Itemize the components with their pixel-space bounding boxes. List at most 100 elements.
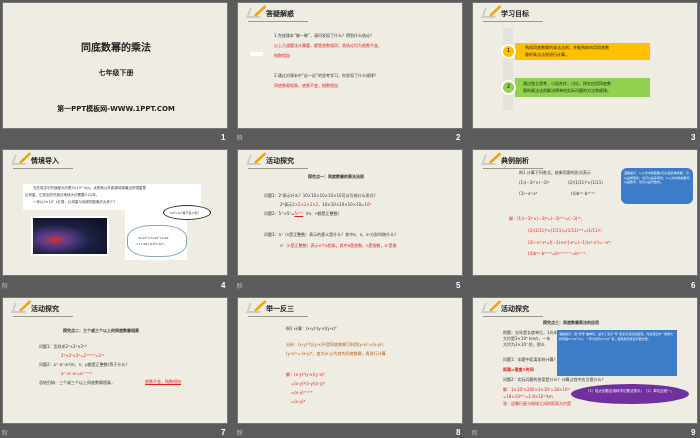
pen-icon: [246, 303, 264, 313]
slide-header: 答疑解惑: [246, 6, 308, 22]
animation-icon: 阶: [2, 430, 9, 437]
pen-icon: [481, 155, 499, 165]
slide-thumbnail-3[interactable]: 学习目标 熟知同底数幂的乘法法则，并能熟练的用同底数 幂的乘法法则进行计算。 1 …: [472, 2, 698, 129]
slide-thumbnail-1[interactable]: 同底数幂的乘法 七年级下册 第一PPT模板网-WWW.1PPT.COM: [2, 2, 228, 129]
paragraph: 比邻星，它发出的光到达地球大约需要4.22年。: [25, 193, 100, 197]
slide-text: 总结归纳：三个或三个以上同底数幂相乘，: [39, 380, 115, 385]
animation-icon: 阶: [237, 135, 244, 142]
timeline-bar: [503, 28, 513, 110]
slide-text: aᵐ·aⁿ·aᵖ=aᵐ⁺ⁿ⁺ᵖ: [61, 371, 93, 376]
slide-header: 活动探究: [481, 301, 543, 317]
pen-icon: [246, 8, 264, 18]
section-heading: 探究点一：同底数幂的乘法法则: [308, 174, 364, 179]
slide-text: 问题2：实际问题的答案是什么？计算过程中应注意什么？: [503, 377, 606, 382]
slide-text: (3)−x³·x⁵: [519, 191, 538, 196]
slide-footer: 第一PPT模板网-WWW.1PPT.COM: [57, 105, 175, 113]
goal-1-box: 熟知同底数幂的乘法法则，并能熟练的用同底数 幂的乘法法则进行计算。: [515, 43, 650, 60]
slide-text: (2)(1/11)³×(1/11): [568, 180, 603, 185]
tip-callout: 温馨提示：用“光年”做单位，是为了表示“年”来表示遥远的距离。光在真空中一秒钟大…: [557, 330, 677, 376]
slide-text: =37.98×(10⁸×10⁷).: [136, 242, 166, 246]
slide-thumbnail-9[interactable]: 活动探究 探究点三：同底数幂乘法的应用 例题：光年是长度单位，1光年是指光在真空…: [472, 297, 698, 424]
slide-number: 4: [221, 281, 226, 290]
animation-icon: 阶: [2, 283, 9, 290]
pen-icon: [481, 303, 499, 313]
slide-text: 问题1：怎样求2³×2⁴×2⁵？: [39, 344, 89, 349]
slide-text: 底数不变，指数相加: [145, 379, 181, 384]
slide-text: 问题1：本题中距离如何计算？: [503, 357, 558, 362]
slide-number: 5: [456, 281, 461, 290]
slide-text: =(x-y)²(x-y)(x-y)⁵: [291, 381, 326, 386]
section-heading: 探究点二：三个或三个以上的同底数幂相乘: [63, 328, 139, 333]
text-segment: 典例剖析: [501, 157, 529, 165]
answer-2: 同底数幂相乘，底数不变，指数相加: [274, 83, 338, 88]
text-segment: 活动探究: [501, 305, 529, 313]
slide-thumbnail-5[interactable]: 活动探究 探究点一：同底数幂的乘法法则 问题1：2⁵表示什么？10×10×10×…: [237, 149, 463, 276]
slide-number: 8: [456, 428, 461, 437]
cloud-bubble: 3×10⁸×3×10⁷×4.22 =37.98×(10⁸×10⁷).: [127, 225, 187, 257]
slide-text: 10⁸×10⁷等于多少呢？: [170, 211, 201, 215]
slide-text: 幂的乘法法则解决简单的实际问题的方法和规律。: [523, 88, 611, 93]
slide-text: 探究点三：同底数幂乘法的应用: [543, 320, 599, 325]
slide-text: =(x-y)²⁺¹⁺⁵: [291, 390, 313, 395]
question-3: 问题3：aⁿ（n是正整数）表示的意义是什么？其中a、n、aⁿ分别叫做什么？: [264, 232, 399, 237]
text-segment: 2×2×2×2×2，: [292, 202, 323, 207]
slide-header: 举一反三: [246, 301, 308, 317]
blank-box: [250, 52, 263, 56]
slide-subtitle: 七年级下册: [98, 69, 134, 77]
slide-text: 2³×2⁴×2⁵=2³⁺⁴⁺⁵=2¹²: [61, 353, 105, 358]
text-segment: 活动探究: [31, 305, 59, 313]
slide-text: 距离=速度×时间: [503, 367, 534, 372]
pen-icon: [481, 8, 499, 18]
galaxy-image: [31, 216, 109, 256]
slide-number: 7: [221, 428, 226, 437]
slide-number: 3: [691, 133, 696, 142]
slide-text: 2⁵表示2×2×2×2×2，10×10×10×10×10=10⁵: [280, 202, 371, 208]
slide-text: 解：(x-y)²(y-x)(y-x)⁵: [286, 372, 325, 377]
pen-icon: [246, 155, 264, 165]
slide-header: 情境导入: [11, 153, 73, 169]
slide-number: 6: [691, 281, 696, 290]
text-segment: 问题2：5ᵐ×5ⁿ=: [264, 211, 295, 216]
slide-number: 9: [691, 428, 696, 437]
note-oval: （1）较大的数应用科学记数法表示；（2）单位应统一。: [571, 384, 689, 404]
animation-icon: 阶: [237, 283, 244, 290]
goal-2-box: 通过独立思考，小组合作，讨论，探究应用同底数 幂的乘法法则解决简单的实际问题的方法…: [515, 78, 650, 97]
slide-number: 1: [221, 133, 226, 142]
slide-text: 答：这颗行星与地球之间的距离大约是: [503, 401, 571, 406]
text-segment: 2⁵表示: [280, 202, 293, 207]
slide-text: 解：(1)(−3)⁷×(−3)⁶=(−3)⁷⁺⁶=(−3)¹³;: [509, 216, 582, 221]
slide-header: 活动探究: [11, 301, 73, 317]
slide-text: 幂的乘法法则进行计算。: [525, 52, 569, 57]
slide-text: 分析：(x-y)²与(y-x)不是同底数幂可利用(y-x)²=(x-y)²,: [286, 342, 385, 347]
slide-text: =(x-y)⁸: [291, 399, 306, 404]
text-segment: 10⁵: [364, 202, 372, 207]
question-2: 2.通过对课本中“议一议”的思考学习，你发现了什么规律？: [274, 73, 378, 78]
paragraph: 一年以3×10⁷ s计算，比邻星与地球的距离约为多少？: [33, 200, 117, 204]
text-segment: 学习目标: [501, 10, 529, 18]
slide-text: (y-x)⁵=-(x-y)⁵，变为(x-y)为底的同底数幂，再进行计算.: [286, 351, 387, 356]
animation-icon: 阶: [472, 430, 479, 437]
question-1: 1.完成课本“做一做”，请问发现了什么？得到什么结论？: [274, 33, 374, 38]
tip-callout: 温馨提示：1.公式中的底数a可以是具体的数，可以是单项式，也可以是多项式。2.公…: [621, 168, 693, 204]
text-segment: 答疑解惑: [266, 10, 294, 18]
answer-3: aⁿ（n是正整数）表示n个a相乘，其中a是底数，n是指数，aⁿ是幂: [280, 243, 397, 248]
slide-text: (4)b²ᵐ·b²ᵐ⁺¹=b²ᵐ⁺²ᵐ⁺¹=b⁴ᵐ⁺¹.: [528, 251, 587, 256]
slide-text: 问题2：5ᵐ×5ⁿ=5ᵐ⁺ⁿ（m、n都是正整数）: [264, 211, 342, 217]
thought-bubble: 10⁸×10⁷等于多少呢？: [163, 205, 211, 220]
slide-thumbnail-4[interactable]: 情境导入 光在真空中的速度大约是3×10⁸ m/s。太阳系以外距离地球最近的恒星…: [2, 149, 228, 276]
slide-text: (4)b²ᵐ·b²ᵐ⁺¹: [571, 191, 595, 196]
slide-thumbnail-2[interactable]: 答疑解惑 1.完成课本“做一做”，请问发现了什么？得到什么结论？ 以上几道题法计…: [237, 2, 463, 129]
goal-2-number: 2: [501, 80, 516, 95]
goal-1-number: 1: [501, 44, 516, 59]
slide-thumbnail-7[interactable]: 活动探究 探究点二：三个或三个以上的同底数幂相乘 问题1：怎样求2³×2⁴×2⁵…: [2, 297, 228, 424]
slide-text: 通过独立思考，小组合作，讨论，探究应用同底数: [523, 81, 611, 86]
slide-text: 解：3×10⁵×200×3×10⁷=18×10¹²: [503, 387, 571, 392]
text-segment: （m、n都是正整数）: [303, 211, 342, 216]
slide-text: 例2 计算：(x-y)²(y-x)(y-x)⁵: [286, 326, 337, 331]
text-segment: 举一反三: [266, 305, 294, 313]
question-1: 问题1：2⁵表示什么？10×10×10×10×10可以写成什么形式？: [264, 193, 378, 198]
slide-thumbnail-8[interactable]: 举一反三 例2 计算：(x-y)²(y-x)(y-x)⁵ 分析：(x-y)²与(…: [237, 297, 463, 424]
slide-text: (3)−x³·x⁵=[(−1)×x³]·x⁵=(−1)(x³·x⁵)=−x⁸;: [528, 240, 612, 245]
text-segment: 情境导入: [31, 157, 59, 165]
slide-thumbnail-6[interactable]: 典例剖析 例1 计算下列各式，结果用幂的形式表示 (1)(−3)⁷×(−3)⁶ …: [472, 149, 698, 276]
